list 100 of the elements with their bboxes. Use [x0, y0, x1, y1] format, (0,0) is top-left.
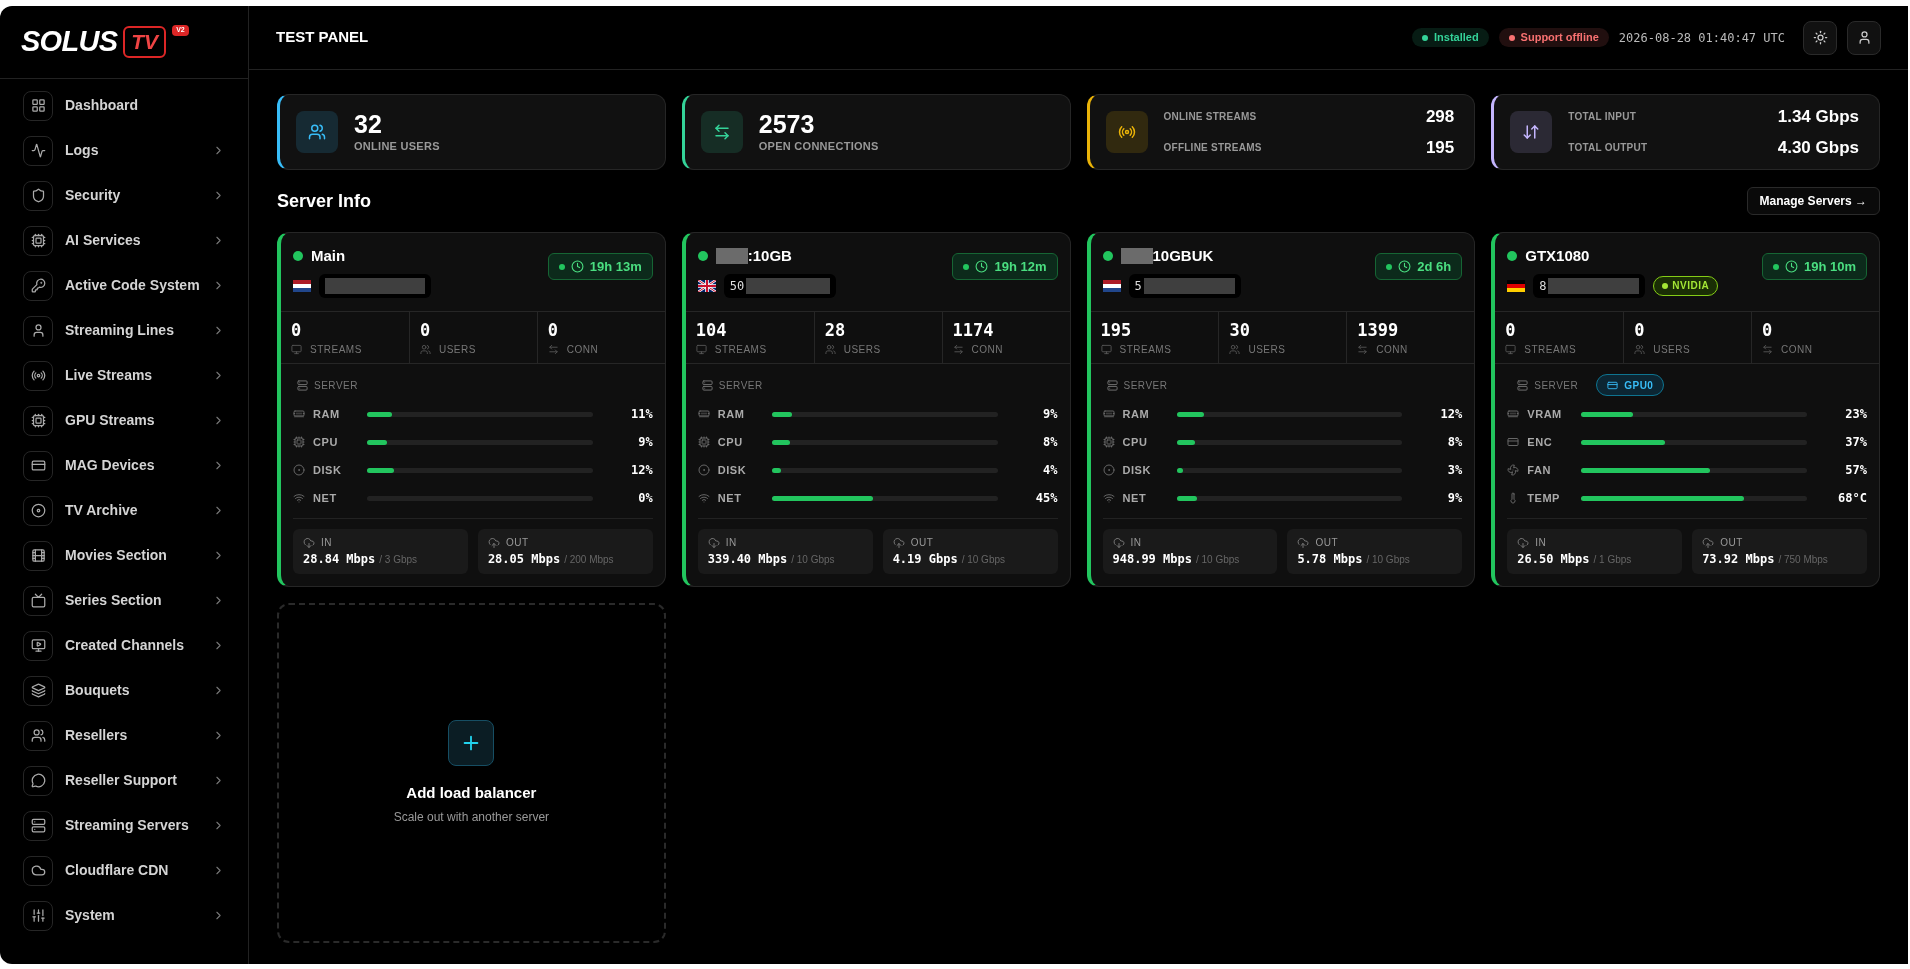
metric-value: 45% — [1034, 490, 1058, 507]
metric-value: 9% — [1446, 490, 1463, 507]
device-icon — [30, 458, 46, 473]
stat-label: CONN — [566, 343, 599, 357]
screen-icon — [1505, 344, 1517, 355]
uptime-badge: 19h 13m — [547, 253, 653, 280]
sidebar-item[interactable]: Movies Section — [0, 533, 248, 578]
uptime-badge: 19h 10m — [1761, 253, 1867, 280]
stat-value: 0 — [1762, 319, 1774, 342]
stat-value: 1174 — [952, 319, 995, 342]
chip-icon — [293, 436, 305, 448]
bandwidth-label: OUT — [910, 536, 934, 550]
stat-value: 0 — [1634, 319, 1646, 342]
bandwidth-limit: / 3 Gbps — [379, 553, 418, 567]
theme-button[interactable] — [1803, 20, 1837, 55]
sidebar-item[interactable]: Cloudflare CDN — [0, 848, 248, 893]
server-name: GTX1080 — [1525, 246, 1590, 266]
server-name: :10GB — [747, 246, 792, 266]
clock-icon — [975, 260, 989, 273]
sidebar-item[interactable]: Bouquets — [0, 668, 248, 713]
sidebar-item[interactable]: Live Streams — [0, 353, 248, 398]
bandwidth-limit: / 10 Gbps — [791, 553, 835, 567]
users-icon — [1634, 344, 1646, 355]
chip-icon — [30, 233, 46, 248]
sidebar-item[interactable]: AI Services — [0, 218, 248, 263]
flag-icon — [293, 279, 311, 292]
metric-value: 57% — [1844, 462, 1867, 479]
sidebar-item[interactable]: Streaming Servers — [0, 803, 248, 848]
chip-icon — [1102, 436, 1115, 448]
flag-icon — [697, 279, 716, 292]
sidebar-item[interactable]: Active Code System — [0, 263, 248, 308]
sidebar-item[interactable]: Resellers — [0, 713, 248, 758]
stat-label: TOTAL OUTPUT — [1568, 141, 1648, 156]
stat-label: OFFLINE STREAMS — [1163, 141, 1262, 156]
stat-label: STREAMS — [714, 343, 767, 357]
arrows-icon — [952, 344, 964, 355]
tab[interactable]: SERVER — [697, 374, 767, 396]
bandwidth-limit: / 10 Gbps — [1366, 553, 1410, 567]
metric-label: DISK — [313, 462, 343, 478]
cloud-icon — [30, 863, 46, 878]
metric-value: 3% — [1446, 462, 1463, 479]
manage-servers-button[interactable]: Manage Servers → — [1746, 187, 1880, 215]
stat-label: ONLINE USERS — [354, 138, 440, 154]
profile-button[interactable] — [1847, 20, 1881, 55]
sidebar-item[interactable]: Dashboard — [0, 83, 248, 128]
metric-value: 9% — [637, 434, 653, 451]
stat-value: 195 — [1100, 319, 1133, 342]
status-badge: Support offline — [1498, 28, 1609, 47]
stat-value: 1399 — [1357, 319, 1400, 342]
arrows-icon — [547, 344, 559, 355]
stat-value: 0 — [1505, 319, 1517, 342]
sidebar-item[interactable]: Created Channels — [0, 623, 248, 668]
sidebar-item[interactable]: GPU Streams — [0, 398, 248, 443]
tab[interactable]: SERVER — [293, 374, 362, 396]
bandwidth-label: OUT — [505, 536, 529, 550]
sidebar-item[interactable]: Series Section — [0, 578, 248, 623]
sidebar-item[interactable]: Reseller Support — [0, 758, 248, 803]
bandwidth-value: 948.99 Mbps — [1112, 551, 1192, 568]
metric-label: CPU — [313, 434, 339, 450]
metric-label: NET — [1122, 490, 1148, 506]
arrows-icon — [1357, 344, 1369, 355]
stat-value: 298 — [1425, 105, 1455, 128]
stat-label: CONN — [1781, 343, 1813, 357]
stat-label: USERS — [438, 343, 476, 357]
bandwidth-label: IN — [725, 536, 737, 550]
metric-value: 8% — [1446, 434, 1463, 451]
bandwidth-limit: / 10 Gbps — [961, 553, 1005, 567]
sidebar-item[interactable]: Streaming Lines — [0, 308, 248, 353]
uptime-badge: 19h 12m — [952, 253, 1058, 280]
stat-value: 195 — [1425, 137, 1455, 159]
stat-label: CONN — [971, 343, 1004, 357]
sidebar-item[interactable]: MAG Devices — [0, 443, 248, 488]
stat-value: 30 — [1229, 319, 1251, 342]
flag-icon — [1102, 279, 1121, 292]
layers-icon — [30, 683, 46, 698]
sliders-icon — [30, 908, 46, 923]
server-icon — [1517, 379, 1529, 391]
bandwidth-value: 73.92 Mbps — [1702, 551, 1775, 568]
tab[interactable]: GPU0 — [1596, 374, 1665, 396]
tab[interactable]: SERVER — [1102, 374, 1172, 396]
bandwidth-value: 26.50 Mbps — [1517, 551, 1590, 568]
server-name: 10GBUK — [1152, 246, 1214, 266]
tab[interactable]: SERVER — [1507, 374, 1589, 396]
sidebar-item[interactable]: Logs — [0, 128, 248, 173]
sidebar-item[interactable]: Security — [0, 173, 248, 218]
stat-value: 28 — [824, 319, 847, 342]
stat-label: CONN — [1376, 343, 1408, 357]
tv-icon — [30, 593, 46, 608]
stat-value: 32 — [354, 109, 383, 138]
clock-icon — [570, 260, 584, 273]
sidebar-item[interactable]: System — [0, 893, 248, 938]
stat-label: STREAMS — [310, 343, 362, 357]
metric-label: RAM — [313, 406, 341, 422]
metric-value: 12% — [630, 462, 653, 479]
timestamp: 2026-08-28 01:40:47 UTC — [1618, 29, 1785, 47]
add-server-card[interactable]: Add load balancer Scale out with another server — [277, 603, 666, 943]
metric-value: 37% — [1844, 434, 1867, 451]
screen-icon — [695, 344, 707, 355]
sidebar-item[interactable]: TV Archive — [0, 488, 248, 533]
memory-icon — [293, 408, 305, 420]
